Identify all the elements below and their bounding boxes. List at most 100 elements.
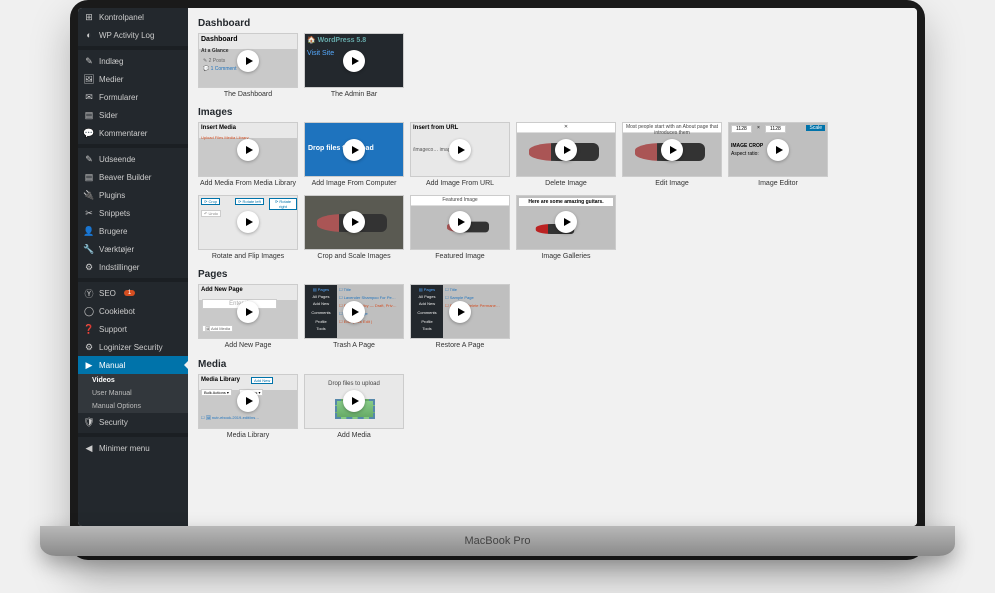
sidebar-item-label: Medier bbox=[99, 75, 123, 84]
video-caption: Add Media From Media Library bbox=[198, 180, 298, 188]
video-grid: DashboardAt a Glance✎ 2 Posts💬 1 Comment… bbox=[198, 33, 907, 99]
sidebar-item-wp-activity-log[interactable]: ◐WP Activity Log bbox=[78, 26, 188, 44]
dashboard-icon: ⊞ bbox=[84, 12, 94, 22]
video-caption: Add New Page bbox=[198, 342, 298, 350]
sidebar-item-support[interactable]: ❓Support bbox=[78, 320, 188, 338]
video-thumbnail[interactable]: ✕ bbox=[516, 122, 616, 177]
sidebar-item-label: Indstillinger bbox=[99, 263, 139, 272]
sidebar-item-label: Kommentarer bbox=[99, 129, 147, 138]
play-icon bbox=[343, 139, 365, 161]
video-caption: Crop and Scale Images bbox=[304, 253, 404, 261]
video-caption: Trash A Page bbox=[304, 342, 404, 350]
play-icon bbox=[555, 211, 577, 233]
sidebar-item-users[interactable]: 👤Brugere bbox=[78, 222, 188, 240]
sidebar-item-cookiebot[interactable]: ◯Cookiebot bbox=[78, 302, 188, 320]
video-thumbnail[interactable]: Insert from URL/imageco… imagegaller… bbox=[410, 122, 510, 177]
sidebar-item-settings[interactable]: ⚙ Indstillinger bbox=[78, 258, 188, 276]
sidebar-item-comments[interactable]: 💬 Kommentarer bbox=[78, 124, 188, 142]
video-manual-content: Dashboard DashboardAt a Glance✎ 2 Posts💬 … bbox=[188, 8, 917, 526]
sidebar-item-label: Security bbox=[99, 418, 128, 427]
settings-icon: ⚙ bbox=[84, 262, 94, 272]
play-icon bbox=[343, 50, 365, 72]
video-caption: Add Image From Computer bbox=[304, 180, 404, 188]
sidebar-item-beaver-builder[interactable]: ▤Beaver Builder bbox=[78, 168, 188, 186]
sidebar-item-label: Brugere bbox=[99, 227, 127, 236]
video-card: Crop and Scale Images bbox=[304, 195, 404, 261]
update-badge: 1 bbox=[124, 290, 135, 296]
sidebar-item-tools[interactable]: 🔧 Værktøjer bbox=[78, 240, 188, 258]
play-icon bbox=[343, 211, 365, 233]
video-caption: Rotate and Flip Images bbox=[198, 253, 298, 261]
video-thumbnail[interactable]: 1128×1128ScaleIMAGE CROPAspect ratio: bbox=[728, 122, 828, 177]
video-thumbnail[interactable]: Drop files to upload bbox=[304, 374, 404, 429]
video-caption: Restore A Page bbox=[410, 342, 510, 350]
sidebar-item-dashboard[interactable]: ⊞Kontrolpanel bbox=[78, 8, 188, 26]
sidebar-item-collapse[interactable]: ◀Minimer menu bbox=[78, 439, 188, 457]
submenu-item[interactable]: Videos bbox=[78, 374, 188, 387]
video-thumbnail[interactable]: 🏠 WordPress 5.8Visit Site bbox=[304, 33, 404, 88]
sidebar-item-security[interactable]: 🛡 Security bbox=[78, 413, 188, 431]
video-caption: The Dashboard bbox=[198, 91, 298, 99]
play-icon bbox=[343, 301, 365, 323]
sidebar-item-plugins[interactable]: 🔌 Plugins bbox=[78, 186, 188, 204]
sidebar-item-media[interactable]: 🖼 Medier bbox=[78, 70, 188, 88]
play-icon bbox=[237, 139, 259, 161]
video-caption: Media Library bbox=[198, 432, 298, 440]
screen: ⊞Kontrolpanel◐WP Activity Log ✎ Indlæg 🖼 Med… bbox=[78, 8, 917, 526]
seo-icon: Ⓨ bbox=[84, 288, 94, 298]
manual-icon: ▶ bbox=[84, 360, 94, 370]
play-icon bbox=[237, 50, 259, 72]
sidebar-item-appearance[interactable]: ✎Udseende bbox=[78, 150, 188, 168]
sidebar-item-seo[interactable]: ⓎSEO1 bbox=[78, 284, 188, 302]
video-thumbnail[interactable]: Here are some amazing guitars. bbox=[516, 195, 616, 250]
section-title: Dashboard bbox=[198, 18, 907, 29]
video-thumbnail[interactable]: ▤ PagesAll PagesAdd NewCommentsProfileTo… bbox=[304, 284, 404, 339]
play-icon bbox=[661, 139, 683, 161]
admin-sidebar: ⊞Kontrolpanel◐WP Activity Log ✎ Indlæg 🖼 Med… bbox=[78, 8, 188, 526]
video-card: Add New PageEnter tit🖼 Add Media Add New … bbox=[198, 284, 298, 350]
video-thumbnail[interactable]: ⟳ Crop⟳ Rotate left⟳ Rotate right↶ Undo bbox=[198, 195, 298, 250]
play-icon bbox=[449, 301, 471, 323]
sidebar-submenu: VideosUser ManualManual Options bbox=[78, 374, 188, 413]
video-caption: Add Image From URL bbox=[410, 180, 510, 188]
comments-icon: 💬 bbox=[84, 128, 94, 138]
video-thumbnail[interactable]: Insert MediaUpload Files Media Library bbox=[198, 122, 298, 177]
video-thumbnail[interactable]: Add New PageEnter tit🖼 Add Media bbox=[198, 284, 298, 339]
submenu-item[interactable]: User Manual bbox=[78, 387, 188, 400]
video-card: Most people start with an About page tha… bbox=[622, 122, 722, 188]
posts-icon: ✎ bbox=[84, 56, 94, 66]
laptop-frame: ⊞Kontrolpanel◐WP Activity Log ✎ Indlæg 🖼 Med… bbox=[70, 0, 925, 560]
video-thumbnail[interactable]: DashboardAt a Glance✎ 2 Posts💬 1 Comment bbox=[198, 33, 298, 88]
sidebar-item-label: Plugins bbox=[99, 191, 125, 200]
plugins-icon: 🔌 bbox=[84, 190, 94, 200]
sidebar-item-label: Værktøjer bbox=[99, 245, 134, 254]
sidebar-item-pages[interactable]: ▤Sider bbox=[78, 106, 188, 124]
sidebar-item-posts[interactable]: ✎ Indlæg bbox=[78, 52, 188, 70]
sidebar-item-label: Indlæg bbox=[99, 57, 123, 66]
video-thumbnail[interactable]: Most people start with an About page tha… bbox=[622, 122, 722, 177]
video-card: Drop files to upload Add Image From Compu… bbox=[304, 122, 404, 188]
video-thumbnail[interactable] bbox=[304, 195, 404, 250]
video-card: ✕Delete Image bbox=[516, 122, 616, 188]
security-icon: 🛡 bbox=[84, 417, 94, 427]
video-card: DashboardAt a Glance✎ 2 Posts💬 1 Comment… bbox=[198, 33, 298, 99]
video-thumbnail[interactable]: Media LibraryAdd NewBulk Actions ▾All da… bbox=[198, 374, 298, 429]
play-icon bbox=[767, 139, 789, 161]
video-thumbnail[interactable]: Featured Image bbox=[410, 195, 510, 250]
wp-activity-log-icon: ◐ bbox=[84, 30, 94, 40]
submenu-item[interactable]: Manual Options bbox=[78, 400, 188, 413]
video-caption: Add Media bbox=[304, 432, 404, 440]
video-card: ▤ PagesAll PagesAdd NewCommentsProfileTo… bbox=[304, 284, 404, 350]
video-card: Here are some amazing guitars.Image Gall… bbox=[516, 195, 616, 261]
media-icon: 🖼 bbox=[84, 74, 94, 84]
sidebar-item-label: Snippets bbox=[99, 209, 130, 218]
sidebar-item-manual[interactable]: ▶Manual bbox=[78, 356, 188, 374]
sidebar-item-forms[interactable]: ✉Formularer bbox=[78, 88, 188, 106]
video-thumbnail[interactable]: Drop files to upload bbox=[304, 122, 404, 177]
sidebar-item-loginizer[interactable]: ⚙Loginizer Security bbox=[78, 338, 188, 356]
tools-icon: 🔧 bbox=[84, 244, 94, 254]
section-title: Media bbox=[198, 359, 907, 370]
sidebar-item-snippets[interactable]: ✂Snippets bbox=[78, 204, 188, 222]
video-grid: Media LibraryAdd NewBulk Actions ▾All da… bbox=[198, 374, 907, 440]
video-thumbnail[interactable]: ▤ PagesAll PagesAdd NewCommentsProfileTo… bbox=[410, 284, 510, 339]
